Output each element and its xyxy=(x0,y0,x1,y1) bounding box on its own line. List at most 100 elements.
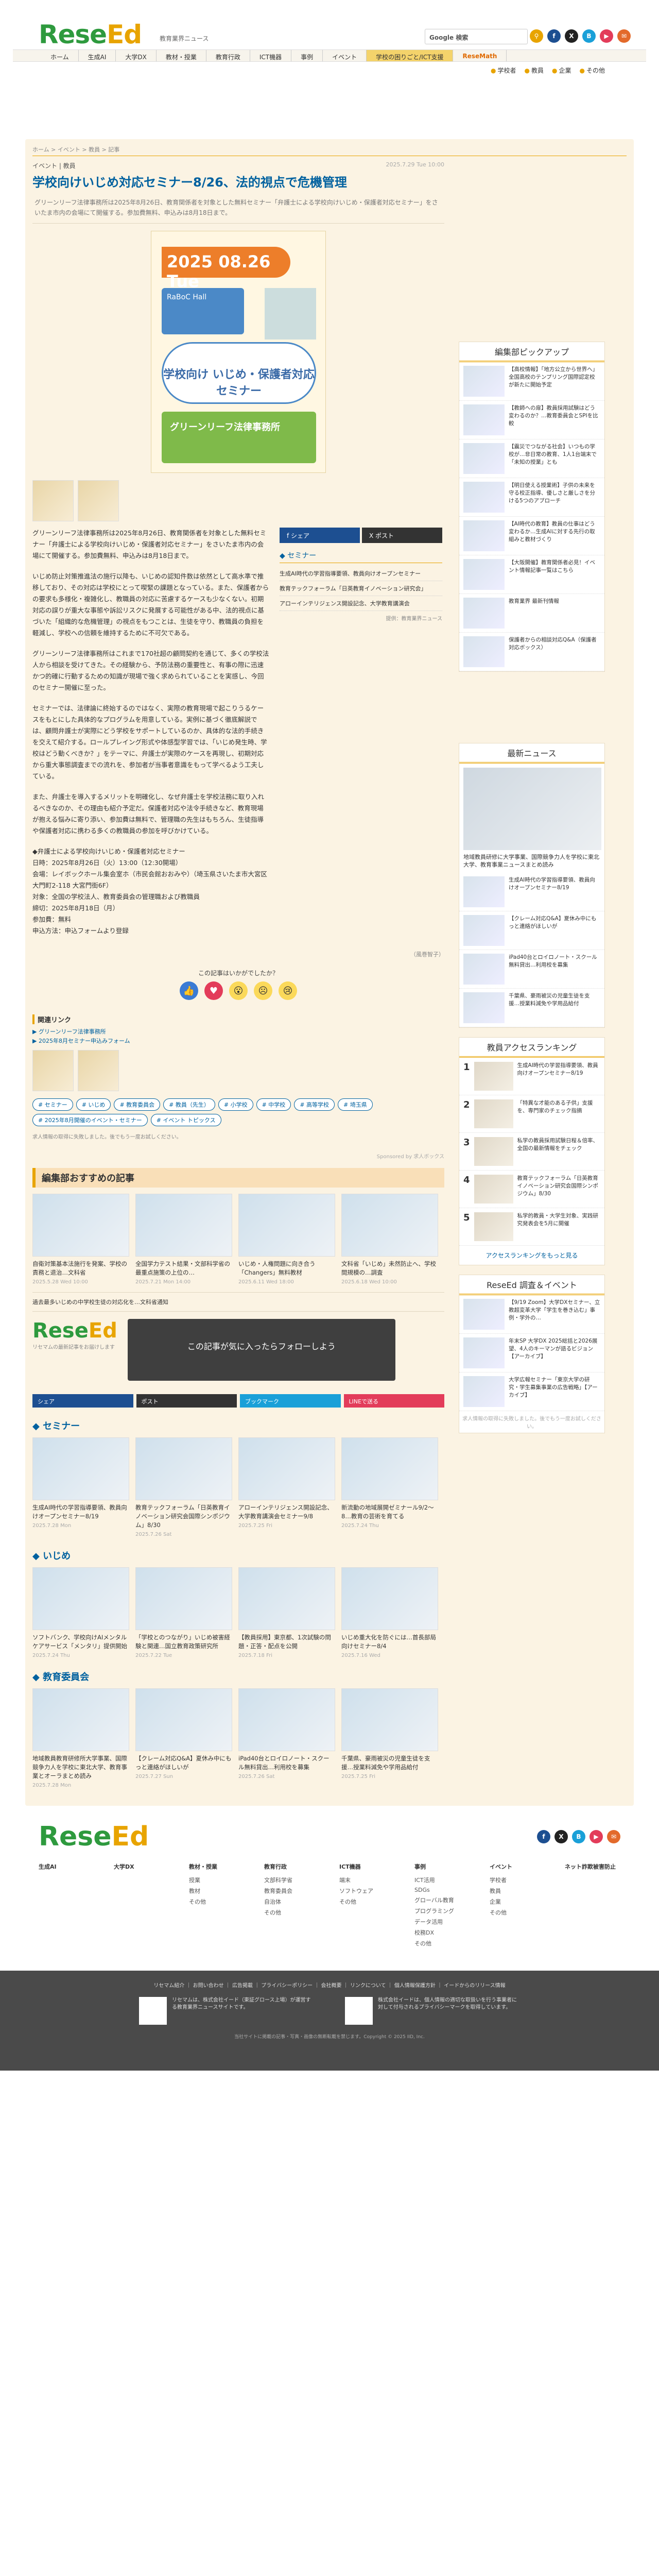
tag-chip[interactable]: # 埼玉県 xyxy=(338,1098,373,1111)
footer-link[interactable]: 文部科学省 xyxy=(264,1876,320,1884)
pick-item[interactable]: 【教師への扉】教員採用試験はどう変わるのか？…教育委員会とSPIを比較 xyxy=(459,401,604,439)
footer-col-heading[interactable]: 生成AI xyxy=(39,1862,94,1871)
footer-link[interactable]: その他 xyxy=(339,1897,395,1906)
footer-col-heading[interactable]: 大学DX xyxy=(114,1862,169,1871)
gallery-thumb[interactable] xyxy=(32,1050,74,1091)
like-icon[interactable]: 👍 xyxy=(180,981,198,1000)
footer-link[interactable]: データ活用 xyxy=(414,1918,470,1926)
article-card[interactable]: iPad40台とロイロノート・スクール無料貸出…利用校を募集 2025.7.26 … xyxy=(238,1688,335,1788)
pick-item[interactable]: 【大阪開催】教育関係者必見！イベント情報記事一覧はこちら xyxy=(459,555,604,594)
facebook-icon[interactable]: f xyxy=(547,29,561,43)
nav-item[interactable]: イベント xyxy=(323,50,367,61)
footer-col-heading[interactable]: 教材・授業 xyxy=(189,1862,245,1871)
tag-chip[interactable]: # 高等学校 xyxy=(294,1098,335,1111)
gallery-thumb[interactable] xyxy=(32,480,74,521)
footer-link[interactable]: 教材 xyxy=(189,1887,245,1895)
nav-item[interactable]: 生成AI xyxy=(79,50,116,61)
facebook-icon[interactable]: f xyxy=(537,1830,550,1843)
tag-chip[interactable]: # いじめ xyxy=(76,1098,111,1111)
crying-icon[interactable]: 😢 xyxy=(279,981,297,1000)
heart-icon[interactable]: ♥ xyxy=(204,981,223,1000)
news-item[interactable]: 生成AI時代の学習指導要領、教員向けオープンセミナー8/19 xyxy=(459,873,604,911)
footer-link[interactable]: グローバル教育 xyxy=(414,1896,470,1904)
footer-link[interactable]: 校務DX xyxy=(414,1928,470,1937)
category-heading[interactable]: ◆ セミナー xyxy=(32,1419,444,1432)
news-item[interactable]: 【クレーム対応Q&A】夏休み中にもっと連絡がほしいが xyxy=(459,911,604,950)
pick-item[interactable]: 教育業界 最新刊情報 xyxy=(459,594,604,633)
tag-chip[interactable]: # 中学校 xyxy=(256,1098,291,1111)
footer-link[interactable]: その他 xyxy=(264,1908,320,1917)
pick-item[interactable]: 【AI時代の教育】教員の仕事はどう変わるか…生成AIに対する先行の取組みと教材づ… xyxy=(459,517,604,555)
article-card[interactable]: 教育テックフォーラム「日英教育イノベーション研究会国際シンポジウム」8/30 20… xyxy=(135,1437,232,1537)
facebook-share-button[interactable]: f シェア xyxy=(280,528,360,543)
footer-link[interactable]: SDGs xyxy=(414,1887,470,1893)
article-card[interactable]: 生成AI時代の学習指導要領、教員向けオープンセミナー8/19 2025.7.28 … xyxy=(32,1437,129,1537)
article-card[interactable]: 地域教員教育研修所大学事業、国際競争力人を学校に東北大学、教育事業とオーラまとめ… xyxy=(32,1688,129,1788)
article-category[interactable]: イベント | 教員 xyxy=(32,162,76,170)
footer-col-heading[interactable]: ICT機器 xyxy=(339,1862,395,1871)
mail-icon[interactable]: ✉ xyxy=(617,29,631,43)
footer-link[interactable]: その他 xyxy=(490,1908,545,1917)
subnav-item[interactable]: 企業 xyxy=(552,66,571,77)
ranking-item[interactable]: 2 「特異な才能のある子供」支援を、専門家のチェック指摘 xyxy=(459,1095,604,1133)
article-card[interactable]: 【クレーム対応Q&A】夏休み中にもっと連絡がほしいが 2025.7.27 Sun xyxy=(135,1688,232,1788)
footer-link[interactable]: ICT活用 xyxy=(414,1876,470,1884)
article-card[interactable]: 千葉県、豪雨被災の児童生徒を支援…授業料減免や学用品給付 2025.7.25 Fr… xyxy=(341,1688,438,1788)
x-icon[interactable]: X xyxy=(554,1830,568,1843)
event-item[interactable]: 【9/19 Zoom】大学DXセミナー、立教超変革大学「学生を巻き込む」事例・学… xyxy=(459,1295,604,1334)
nav-item[interactable]: ReseMath xyxy=(453,50,507,61)
footer-links[interactable]: リセマム紹介 ｜ お問い合わせ ｜ 広告掲載 ｜ プライバシーポリシー ｜ 会社… xyxy=(0,1981,659,1989)
footer-col-heading[interactable]: ネット詐欺被害防止 xyxy=(565,1862,620,1871)
article-card[interactable]: アローインテリジェンス開設記念、大学教育講演会セミナー9/8 2025.7.25 … xyxy=(238,1437,335,1537)
follow-cta[interactable]: この記事が気に入ったらフォローしよう xyxy=(127,1319,395,1381)
footer-link[interactable]: 教育委員会 xyxy=(264,1887,320,1895)
share-button[interactable]: LINEで送る xyxy=(343,1394,444,1408)
recommend-wide[interactable]: 過去最多いじめの中学校生徒の対応化を…文科省通知 xyxy=(32,1292,444,1306)
footer-col-heading[interactable]: 教育行政 xyxy=(264,1862,320,1871)
share-button[interactable]: ポスト xyxy=(136,1394,237,1408)
nav-item[interactable]: ホーム xyxy=(41,50,79,61)
hatena-icon[interactable]: B xyxy=(572,1830,585,1843)
seminar-list-item[interactable]: 教育テックフォーラム「日英教育イノベーション研究会」 xyxy=(280,581,442,596)
sad-icon[interactable]: ☹ xyxy=(254,981,272,1000)
nav-item[interactable]: 事例 xyxy=(291,50,323,61)
x-post-button[interactable]: X ポスト xyxy=(362,528,442,543)
category-heading[interactable]: ◆ いじめ xyxy=(32,1549,444,1562)
pick-item[interactable]: 保護者からの相談対応Q&A（保護者対応ボックス） xyxy=(459,633,604,671)
article-card[interactable]: 【教員採用】東京都、1次試験の問題・正答・配点を公開 2025.7.18 Fri xyxy=(238,1567,335,1658)
pick-item[interactable]: 【明日使える授業術】子供の未来を守る校正指導、優しさと厳しさを分ける5つのアプロ… xyxy=(459,478,604,517)
search-icon[interactable]: ⚲ xyxy=(530,29,543,43)
footer-col-heading[interactable]: 事例 xyxy=(414,1862,470,1871)
article-card[interactable]: 新流動の地域展開ゼミナール9/2～8…教育の芸術を育てる 2025.7.24 Th… xyxy=(341,1437,438,1537)
event-item[interactable]: 大学広報セミナー「東京大学の研究・学生募集事業の広告戦略」【アーカイブ】 xyxy=(459,1372,604,1411)
footer-link[interactable]: 端末 xyxy=(339,1876,395,1884)
tag-chip[interactable]: # 教員（先生） xyxy=(163,1098,215,1111)
footer-link[interactable]: 自治体 xyxy=(264,1897,320,1906)
tag-chip[interactable]: # セミナー xyxy=(32,1098,73,1111)
footer-link[interactable]: 授業 xyxy=(189,1876,245,1884)
hatena-icon[interactable]: B xyxy=(582,29,596,43)
ranking-item[interactable]: 4 教育テックフォーラム「日英教育イノベーション研究会国際シンポジウム」8/30 xyxy=(459,1171,604,1208)
site-logo[interactable]: ReseEd xyxy=(39,20,142,49)
nav-item[interactable]: 教育行政 xyxy=(206,50,250,61)
article-card[interactable]: 文科省「いじめ」未然防止へ、学校間規模の…調査 2025.6.18 Wed 10:… xyxy=(341,1194,438,1285)
seminar-list-item[interactable]: アローインテリジェンス開設記念、大学教育講演会 xyxy=(280,596,442,611)
youtube-icon[interactable]: ▶ xyxy=(589,1830,603,1843)
footer-link[interactable]: その他 xyxy=(414,1939,470,1947)
subnav-item[interactable]: 教員 xyxy=(525,66,544,77)
youtube-icon[interactable]: ▶ xyxy=(600,29,613,43)
share-button[interactable]: ブックマーク xyxy=(240,1394,341,1408)
nav-item[interactable]: 教材・授業 xyxy=(157,50,206,61)
event-item[interactable]: 年末SP 大学DX 2025総括と2026展望、4人のキーマンが語るビジョン【ア… xyxy=(459,1334,604,1372)
news-item[interactable]: 千葉県、豪雨被災の児童生徒を支援…授業料減免や学用品給付 xyxy=(459,989,604,1027)
subnav-item[interactable]: 学校者 xyxy=(491,66,516,77)
category-heading[interactable]: ◆ 教育委員会 xyxy=(32,1670,444,1683)
footer-link[interactable]: ソフトウェア xyxy=(339,1887,395,1895)
breadcrumb[interactable]: ホーム > イベント > 教員 > 記事 xyxy=(32,142,627,156)
search-input[interactable]: Google 検索 xyxy=(425,29,528,44)
footer-logo[interactable]: ReseEd xyxy=(39,1821,149,1852)
tag-chip[interactable]: # 2025年8月開催のイベント・セミナー xyxy=(32,1114,148,1126)
subnav-item[interactable]: その他 xyxy=(580,66,605,77)
pick-item[interactable]: 【高校情報】「地方公立から世界へ」全国高校のテンプリング国際認定校が新たに開始予… xyxy=(459,362,604,401)
article-card[interactable]: 全国学力テスト結果・文部科学省の最重点施策の上位の… 2025.7.21 Mon … xyxy=(135,1194,232,1285)
